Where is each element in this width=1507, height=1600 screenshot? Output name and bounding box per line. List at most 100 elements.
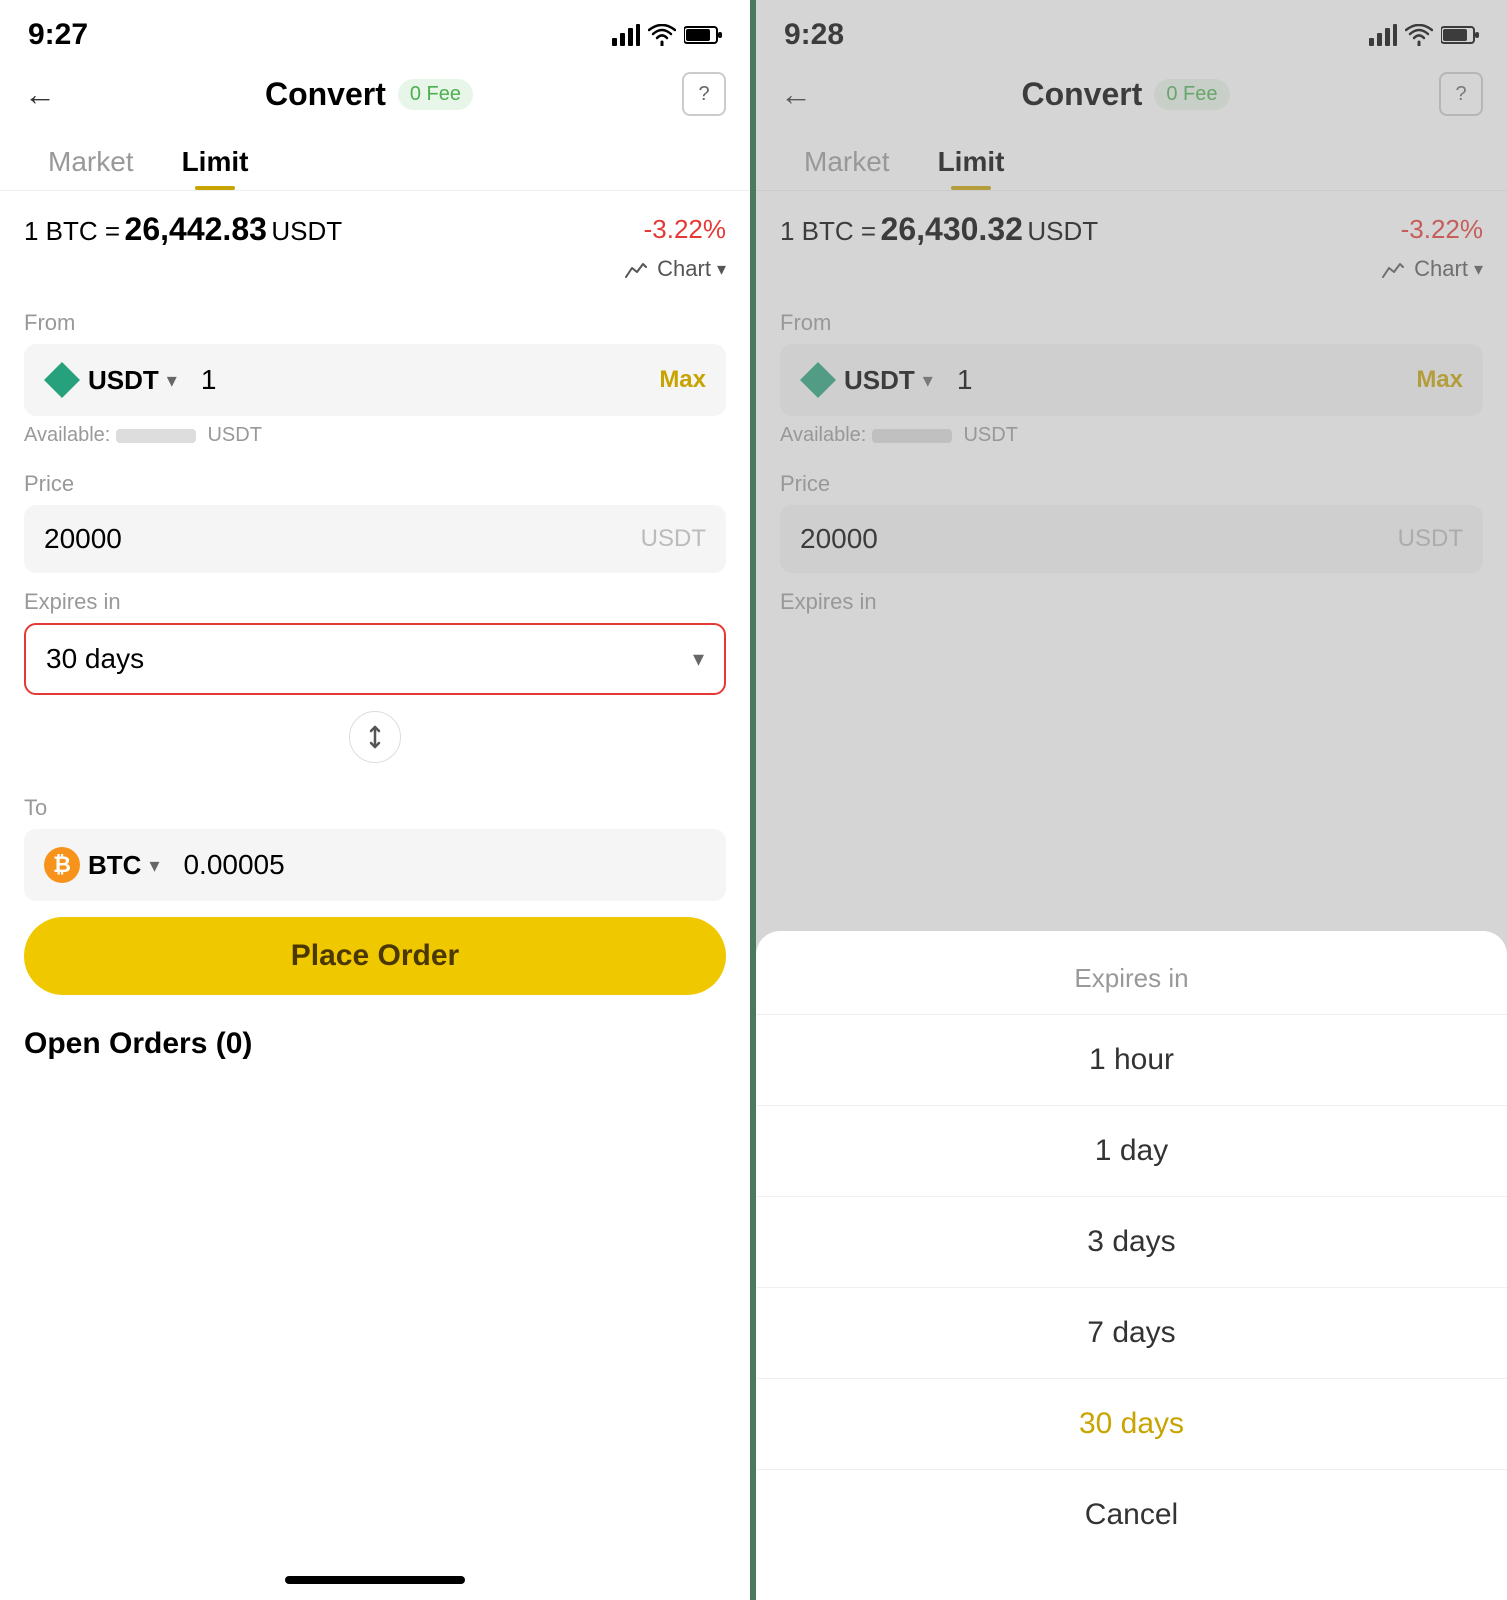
left-max-button[interactable]: Max [659,366,706,394]
left-price-label: Price [24,471,726,497]
right-price-display: 1 BTC = 26,430.32 USDT [780,211,1098,248]
right-tab-market[interactable]: Market [780,134,914,190]
right-sheet-item-3days[interactable]: 3 days [756,1197,1507,1288]
left-available-currency: USDT [207,424,261,446]
left-to-amount-input[interactable] [171,849,706,881]
right-screen: 9:28 ← Convert 0 F [756,0,1507,1600]
left-price-input-value: 20000 [44,523,641,555]
right-signal-icon [1369,24,1397,46]
right-price-base: 1 BTC = [780,216,876,246]
left-tabs: Market Limit [0,134,750,191]
right-from-input-row[interactable]: USDT ▾ Max [780,344,1483,416]
right-sheet-item-7days[interactable]: 7 days [756,1288,1507,1379]
left-help-icon: ? [698,83,709,106]
left-to-label: To [24,795,726,821]
left-time: 9:27 [28,18,88,52]
left-place-order-label: Place Order [291,939,459,972]
right-convert-title: Convert [1021,76,1142,113]
right-fee-badge: 0 Fee [1154,79,1229,110]
right-sheet-item-1hour[interactable]: 1 hour [756,1015,1507,1106]
left-price-unit: USDT [641,525,706,553]
left-open-orders-title: Open Orders (0) [24,1027,252,1060]
right-sheet-cancel[interactable]: Cancel [756,1470,1507,1560]
left-from-currency: USDT [88,365,159,396]
left-convert-title: Convert [265,76,386,113]
left-tab-limit[interactable]: Limit [158,134,273,190]
right-sheet-item-30days[interactable]: 30 days [756,1379,1507,1470]
left-price-display: 1 BTC = 26,442.83 USDT [24,211,342,248]
right-from-dropdown-arrow: ▾ [923,368,933,393]
right-help-icon: ? [1455,83,1466,106]
left-expires-section: Expires in 30 days ▾ [0,589,750,695]
left-home-indicator [285,1576,465,1584]
right-help-button[interactable]: ? [1439,72,1483,116]
left-btc-icon: ₿ [44,847,80,883]
left-status-bar: 9:27 [0,0,750,62]
right-price-section: Price 20000 USDT [756,471,1507,573]
left-price-input-row[interactable]: 20000 USDT [24,505,726,573]
right-available-text: Available: USDT [780,416,1483,455]
left-from-amount-input[interactable] [189,364,647,396]
left-from-currency-selector[interactable]: USDT ▾ [44,362,177,398]
right-available-currency: USDT [963,424,1017,446]
left-screen: 9:27 ← Convert 0 F [0,0,750,1600]
right-max-button[interactable]: Max [1416,366,1463,394]
battery-icon [684,25,722,45]
right-price-change: -3.22% [1401,214,1483,245]
right-sheet-item-1day[interactable]: 1 day [756,1106,1507,1197]
left-help-button[interactable]: ? [682,72,726,116]
left-back-button[interactable]: ← [24,76,56,113]
left-expires-arrow: ▾ [693,646,704,672]
left-available-label: Available: [24,424,110,446]
left-tether-icon [44,362,80,398]
right-chart-toggle[interactable]: Chart ▾ [756,256,1507,294]
left-tab-market[interactable]: Market [24,134,158,190]
right-tab-limit[interactable]: Limit [914,134,1029,190]
left-price-base: 1 BTC = [24,216,120,246]
left-from-input-row[interactable]: USDT ▾ Max [24,344,726,416]
left-chart-toggle[interactable]: Chart ▾ [0,256,750,294]
left-price-section: Price 20000 USDT [0,471,750,573]
left-to-section: To ₿ BTC ▾ [0,795,750,901]
left-to-currency: BTC [88,850,141,881]
left-available-text: Available: USDT [24,416,726,455]
right-from-amount-input[interactable] [945,364,1404,396]
right-from-currency: USDT [844,365,915,396]
right-chart-arrow: ▾ [1474,259,1483,280]
left-expires-dropdown[interactable]: 30 days ▾ [24,623,726,695]
right-back-button[interactable]: ← [780,76,812,113]
left-header-title-group: Convert 0 Fee [265,76,473,113]
right-price-row: 1 BTC = 26,430.32 USDT -3.22% [756,191,1507,256]
right-tabs: Market Limit [756,134,1507,191]
right-from-currency-selector[interactable]: USDT ▾ [800,362,933,398]
left-chart-label: Chart [657,256,711,282]
left-place-order-button[interactable]: Place Order [24,917,726,995]
left-to-dropdown-arrow: ▾ [149,853,159,878]
left-swap-icon [363,725,387,749]
left-swap-button[interactable] [349,711,401,763]
right-time: 9:28 [784,18,844,52]
wifi-icon [648,24,676,46]
signal-icon [612,24,640,46]
right-status-bar: 9:28 [756,0,1507,62]
left-to-input-row[interactable]: ₿ BTC ▾ [24,829,726,901]
left-price-value: 26,442.83 [125,211,267,247]
right-sheet-header: Expires in [756,931,1507,1015]
right-price-label: Price [780,471,1483,497]
left-from-dropdown-arrow: ▾ [167,368,177,393]
right-from-section: From USDT ▾ Max Available: USDT [756,310,1507,455]
right-header-title-group: Convert 0 Fee [1021,76,1229,113]
right-from-label: From [780,310,1483,336]
left-price-row: 1 BTC = 26,442.83 USDT -3.22% [0,191,750,256]
left-to-currency-selector[interactable]: ₿ BTC ▾ [44,847,159,883]
left-header: ← Convert 0 Fee ? [0,62,750,126]
right-bottom-sheet: Expires in 1 hour 1 day 3 days 7 days 30… [756,931,1507,1600]
right-battery-icon [1441,25,1479,45]
left-expires-value: 30 days [46,643,144,675]
right-chart-icon [1382,260,1404,278]
right-header: ← Convert 0 Fee ? [756,62,1507,126]
left-status-icons [612,24,722,46]
right-price-input-row[interactable]: 20000 USDT [780,505,1483,573]
right-status-icons [1369,24,1479,46]
right-expires-label: Expires in [780,589,1483,615]
